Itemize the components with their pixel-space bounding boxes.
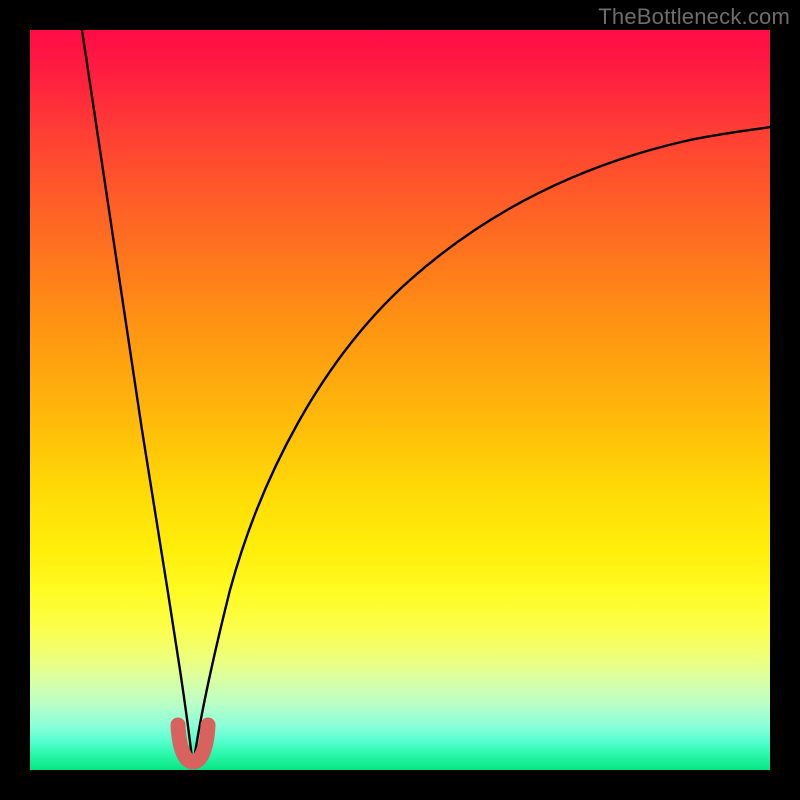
watermark-text: TheBottleneck.com [598, 4, 790, 30]
curve-right-branch [193, 127, 770, 767]
valley-stub-marker [178, 725, 208, 762]
plot-area [30, 30, 770, 770]
outer-frame: TheBottleneck.com [0, 0, 800, 800]
curve-left-branch [82, 30, 193, 767]
chart-svg [30, 30, 770, 770]
